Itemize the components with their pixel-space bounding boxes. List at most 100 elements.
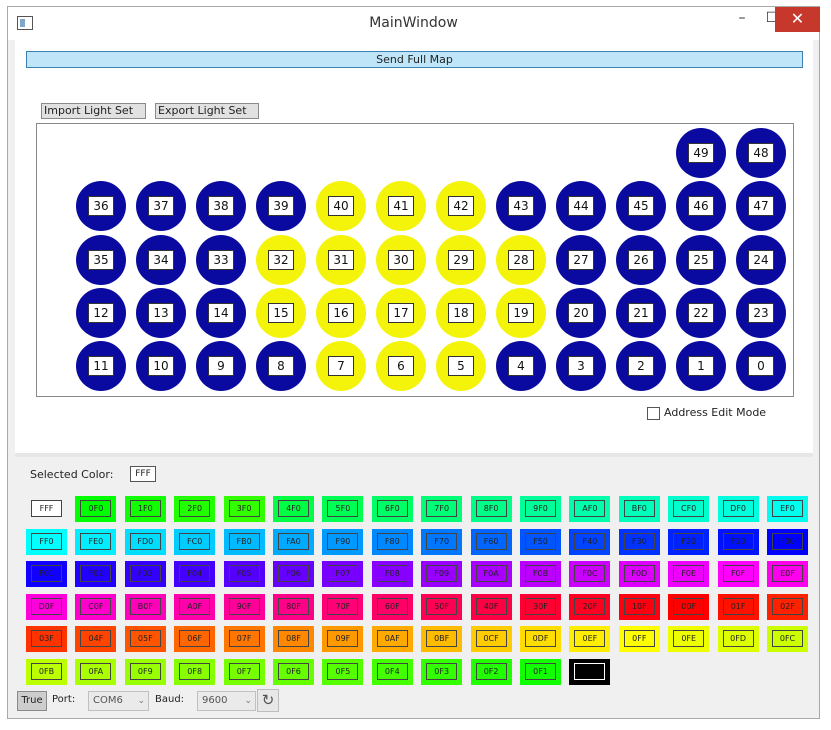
palette-swatch[interactable]: F60: [470, 528, 512, 555]
light-button[interactable]: 15: [256, 288, 306, 338]
palette-swatch[interactable]: FFF: [26, 496, 67, 522]
palette-swatch[interactable]: F0A: [470, 561, 512, 587]
light-button[interactable]: 12: [76, 288, 126, 338]
light-button[interactable]: 10: [136, 341, 186, 391]
light-button[interactable]: 43: [496, 181, 546, 231]
port-select[interactable]: COM6 ⌄: [88, 691, 149, 711]
palette-swatch[interactable]: FF0: [26, 528, 67, 555]
palette-swatch[interactable]: 0F9: [124, 658, 166, 685]
palette-swatch[interactable]: D0F: [26, 593, 67, 620]
palette-swatch[interactable]: 0F4: [371, 658, 413, 685]
light-button[interactable]: 30: [376, 235, 426, 285]
palette-swatch[interactable]: 80F: [273, 593, 314, 620]
light-button[interactable]: 24: [736, 235, 786, 285]
light-button[interactable]: 16: [316, 288, 366, 338]
palette-swatch[interactable]: F0C: [569, 561, 611, 587]
light-button[interactable]: 29: [436, 235, 486, 285]
palette-swatch[interactable]: 10F: [618, 593, 660, 620]
palette-swatch[interactable]: 70F: [322, 593, 364, 620]
palette-swatch[interactable]: FE0: [75, 528, 117, 555]
light-button[interactable]: 4: [496, 341, 546, 391]
palette-swatch[interactable]: F90: [322, 528, 364, 555]
light-button[interactable]: 0: [736, 341, 786, 391]
palette-swatch[interactable]: 00F: [668, 593, 710, 620]
palette-swatch[interactable]: 0EF: [569, 626, 611, 652]
light-button[interactable]: 37: [136, 181, 186, 231]
palette-swatch[interactable]: 20F: [569, 593, 611, 620]
palette-swatch[interactable]: 0CF: [470, 626, 512, 652]
minimize-button[interactable]: –: [727, 7, 757, 32]
palette-swatch[interactable]: 3F0: [223, 496, 265, 522]
palette-swatch[interactable]: 90F: [223, 593, 265, 620]
palette-swatch[interactable]: 0F0: [75, 496, 117, 522]
light-button[interactable]: 3: [556, 341, 606, 391]
palette-swatch[interactable]: F10: [717, 528, 759, 555]
palette-swatch[interactable]: 5F0: [322, 496, 364, 522]
palette-swatch[interactable]: 4F0: [273, 496, 314, 522]
light-button[interactable]: 1: [676, 341, 726, 391]
light-button[interactable]: 7: [316, 341, 366, 391]
light-button[interactable]: 38: [196, 181, 246, 231]
palette-swatch[interactable]: 0F2: [470, 658, 512, 685]
palette-swatch[interactable]: 01F: [717, 593, 759, 620]
light-button[interactable]: 23: [736, 288, 786, 338]
palette-swatch[interactable]: F50: [520, 528, 561, 555]
light-button[interactable]: 45: [616, 181, 666, 231]
palette-swatch[interactable]: 0F5: [322, 658, 364, 685]
import-light-set-button[interactable]: Import Light Set: [41, 103, 146, 119]
palette-swatch[interactable]: 30F: [520, 593, 561, 620]
palette-swatch[interactable]: 05F: [124, 626, 166, 652]
palette-swatch[interactable]: 0F6: [273, 658, 314, 685]
palette-swatch[interactable]: F02: [75, 561, 117, 587]
palette-swatch[interactable]: 9F0: [520, 496, 561, 522]
palette-swatch[interactable]: F40: [569, 528, 611, 555]
palette-swatch[interactable]: 09F: [322, 626, 364, 652]
address-edit-mode-checkbox[interactable]: [647, 406, 660, 420]
palette-swatch[interactable]: 0F7: [223, 658, 265, 685]
send-full-map-button[interactable]: Send Full Map: [26, 51, 803, 68]
light-button[interactable]: 17: [376, 288, 426, 338]
light-button[interactable]: 41: [376, 181, 426, 231]
palette-swatch[interactable]: [569, 658, 611, 685]
palette-swatch[interactable]: 02F: [767, 593, 808, 620]
palette-swatch[interactable]: F01: [26, 561, 67, 587]
palette-swatch[interactable]: 6F0: [371, 496, 413, 522]
light-button[interactable]: 21: [616, 288, 666, 338]
light-button[interactable]: 42: [436, 181, 486, 231]
palette-swatch[interactable]: F09: [421, 561, 463, 587]
palette-swatch[interactable]: 0BF: [421, 626, 463, 652]
palette-swatch[interactable]: 7F0: [421, 496, 463, 522]
light-button[interactable]: 27: [556, 235, 606, 285]
palette-swatch[interactable]: 03F: [26, 626, 67, 652]
palette-swatch[interactable]: A0F: [174, 593, 216, 620]
light-button[interactable]: 13: [136, 288, 186, 338]
palette-swatch[interactable]: F20: [668, 528, 710, 555]
light-button[interactable]: 8: [256, 341, 306, 391]
light-button[interactable]: 39: [256, 181, 306, 231]
palette-swatch[interactable]: 0F3: [421, 658, 463, 685]
palette-swatch[interactable]: 40F: [470, 593, 512, 620]
palette-swatch[interactable]: F0B: [520, 561, 561, 587]
light-button[interactable]: 25: [676, 235, 726, 285]
palette-swatch[interactable]: 0F1: [520, 658, 561, 685]
palette-swatch[interactable]: EF0: [767, 496, 808, 522]
light-button[interactable]: 33: [196, 235, 246, 285]
palette-swatch[interactable]: F04: [174, 561, 216, 587]
palette-swatch[interactable]: F08: [371, 561, 413, 587]
palette-swatch[interactable]: B0F: [124, 593, 166, 620]
palette-swatch[interactable]: AF0: [569, 496, 611, 522]
palette-swatch[interactable]: F03: [124, 561, 166, 587]
light-button[interactable]: 9: [196, 341, 246, 391]
palette-swatch[interactable]: F80: [371, 528, 413, 555]
palette-swatch[interactable]: F07: [322, 561, 364, 587]
palette-swatch[interactable]: F00: [767, 528, 808, 555]
palette-swatch[interactable]: 8F0: [470, 496, 512, 522]
palette-swatch[interactable]: FB0: [223, 528, 265, 555]
palette-swatch[interactable]: 60F: [371, 593, 413, 620]
palette-swatch[interactable]: FA0: [273, 528, 314, 555]
palette-swatch[interactable]: E0F: [767, 561, 808, 587]
palette-swatch[interactable]: 0FF: [618, 626, 660, 652]
palette-swatch[interactable]: 50F: [421, 593, 463, 620]
palette-swatch[interactable]: 0AF: [371, 626, 413, 652]
palette-swatch[interactable]: 1F0: [124, 496, 166, 522]
